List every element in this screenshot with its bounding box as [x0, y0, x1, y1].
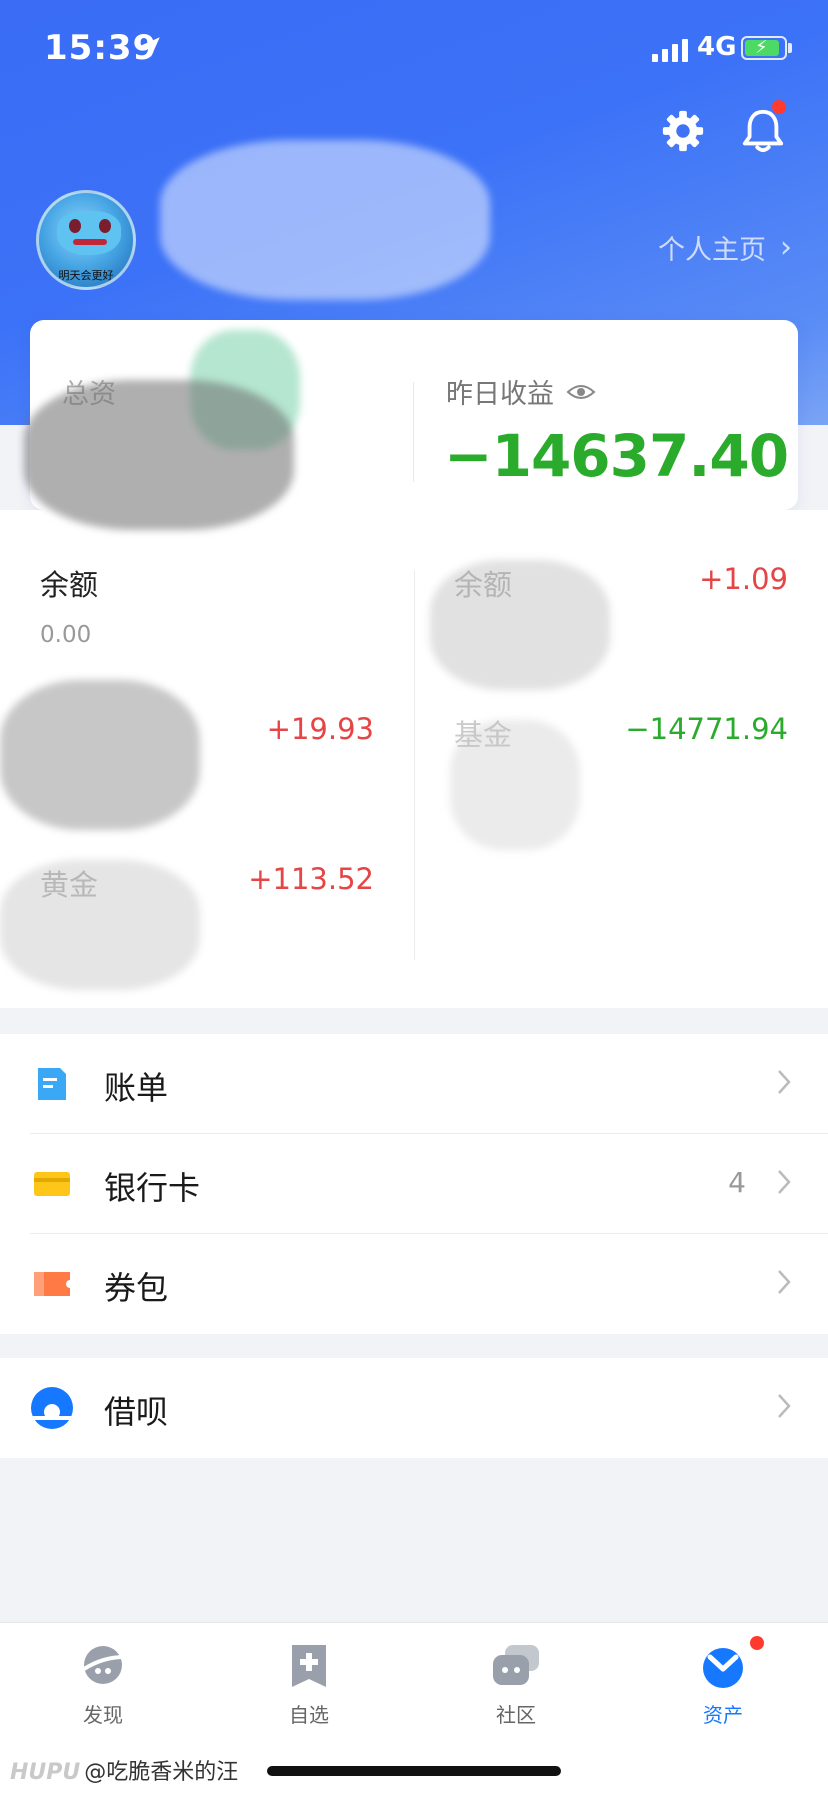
redaction-scribble: [24, 380, 294, 530]
asset-fund-change: −14771.94: [625, 712, 788, 746]
yesterday-earnings-text: 昨日收益: [446, 379, 554, 410]
yesterday-earnings-label: 昨日收益: [446, 372, 596, 411]
assets-icon: [703, 1648, 743, 1688]
chevron-right-icon: [778, 1394, 791, 1418]
tab-label: 自选: [289, 1703, 329, 1727]
watchlist-icon: [292, 1645, 326, 1687]
redaction-scribble: [450, 720, 580, 850]
menu-item-bill[interactable]: 账单: [0, 1034, 828, 1134]
asset-item-change: +19.93: [266, 712, 374, 746]
avatar-eye-left: [69, 219, 81, 233]
menu-item-jiebei[interactable]: 借呗: [0, 1358, 828, 1458]
tab-assets[interactable]: 资产: [663, 1643, 783, 1728]
jiebei-icon: [30, 1387, 74, 1429]
redaction-scribble: [0, 860, 200, 990]
tab-label: 发现: [83, 1703, 123, 1727]
coupon-icon: [34, 1272, 70, 1296]
home-indicator[interactable]: [267, 1766, 561, 1776]
location-arrow-icon: [140, 37, 160, 57]
tab-label: 社区: [496, 1703, 536, 1727]
status-bar: 15:39 4G ⚡: [0, 0, 828, 100]
menu-item-bank-card[interactable]: 银行卡 4: [0, 1134, 828, 1234]
menu-item-label: 券包: [104, 1269, 169, 1307]
menu-group-primary: 账单 银行卡 4 券包: [0, 1034, 828, 1334]
yesterday-earnings-value: −14637.40: [444, 422, 789, 490]
watermark-handle: @吃脆香米的汪: [84, 1760, 239, 1785]
avatar-caption: 明天会更好: [58, 269, 114, 282]
profile-link-label: 个人主页: [658, 235, 766, 266]
tab-watchlist[interactable]: 自选: [249, 1643, 369, 1728]
cellular-signal-icon: [652, 36, 690, 62]
watermark-brand: HUPU: [10, 1760, 81, 1785]
redaction-scribble: [160, 140, 490, 300]
bank-card-icon: [34, 1172, 70, 1196]
avatar-mouth: [73, 239, 107, 245]
menu-item-count: 4: [728, 1166, 746, 1199]
discover-icon: [82, 1646, 125, 1684]
network-type: 4G: [697, 32, 737, 62]
battery-icon: ⚡: [741, 36, 787, 60]
chevron-right-icon: ›: [780, 230, 792, 265]
tab-community[interactable]: 社区: [456, 1643, 576, 1728]
assets-divider: [414, 570, 415, 960]
summary-divider: [413, 382, 414, 482]
menu-group-credit: 借呗: [0, 1358, 828, 1458]
asset-yuebao-change: +1.09: [699, 562, 788, 596]
chevron-right-icon: [778, 1270, 791, 1294]
asset-gold-change: +113.52: [248, 862, 374, 896]
menu-item-label: 银行卡: [104, 1169, 201, 1207]
asset-balance-amount: 0.00: [40, 622, 92, 648]
community-icon: [493, 1645, 539, 1685]
eye-icon[interactable]: [566, 382, 596, 402]
chevron-right-icon: [778, 1170, 791, 1194]
tab-label: 资产: [703, 1703, 743, 1727]
battery-tip: [788, 43, 792, 53]
menu-item-label: 账单: [104, 1069, 169, 1107]
profile-link[interactable]: 个人主页 ›: [658, 228, 792, 267]
menu-item-label: 借呗: [104, 1393, 169, 1431]
chevron-right-icon: [778, 1070, 791, 1094]
avatar-eye-right: [99, 219, 111, 233]
redaction-scribble: [0, 680, 200, 830]
watermark: HUPU @吃脆香米的汪: [10, 1754, 238, 1786]
redaction-scribble: [430, 560, 610, 690]
tab-discover[interactable]: 发现: [43, 1643, 163, 1728]
avatar-face: [57, 211, 121, 255]
asset-balance-title[interactable]: 余额: [40, 562, 98, 604]
notification-badge: [772, 100, 786, 114]
avatar[interactable]: 明天会更好: [36, 190, 136, 290]
gear-icon[interactable]: [660, 108, 706, 154]
assets-tab-badge: [750, 1636, 764, 1650]
bill-icon: [38, 1068, 66, 1100]
menu-item-coupon[interactable]: 券包: [0, 1234, 828, 1334]
